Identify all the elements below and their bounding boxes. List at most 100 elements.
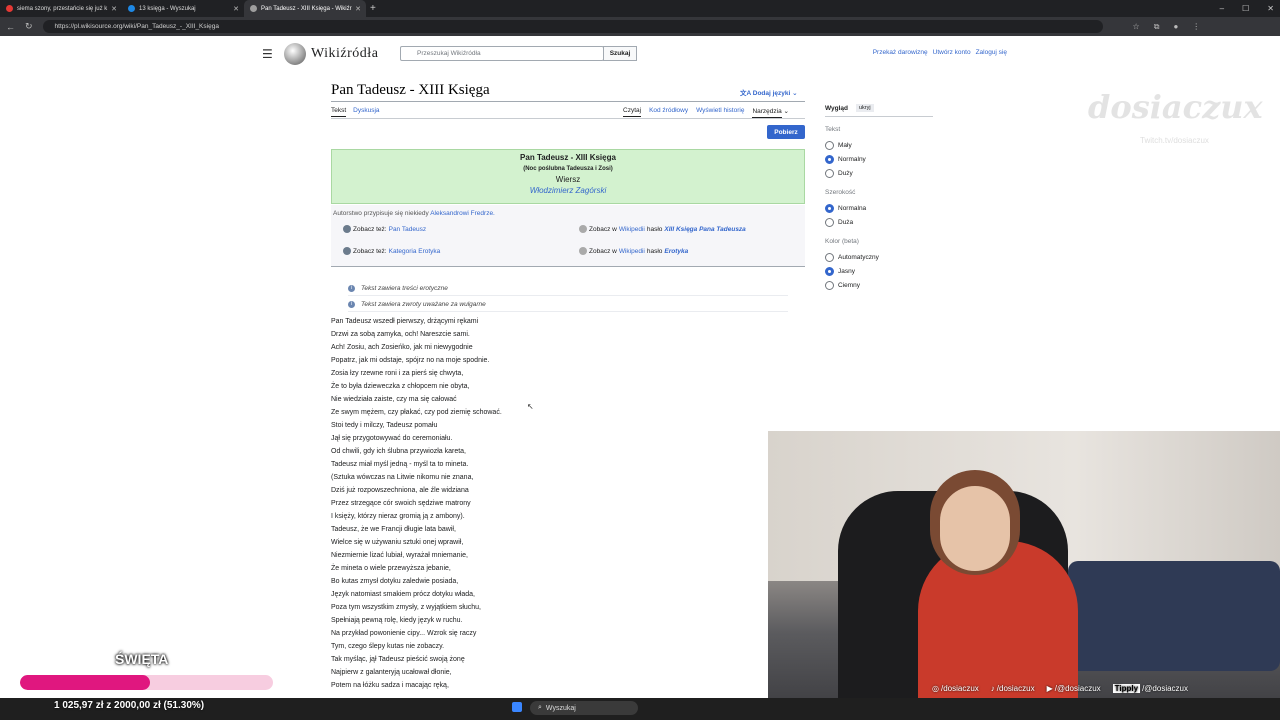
window-controls: – ☐ ✕	[1220, 0, 1274, 17]
create-account-link[interactable]: Utwórz konto	[933, 49, 971, 56]
reload-icon[interactable]: ↻	[25, 21, 33, 32]
tab-tools[interactable]: Narzędzia ⌄	[752, 107, 789, 118]
close-window-icon[interactable]: ✕	[1267, 4, 1274, 13]
close-icon[interactable]: ✕	[355, 5, 361, 13]
poem-line: Poza tym wszystkim zmysły, z wyjątkiem s…	[331, 604, 482, 611]
appearance-option[interactable]: Mały	[825, 138, 935, 152]
radio-button[interactable]	[825, 266, 834, 276]
radio-button[interactable]	[825, 252, 834, 262]
browser-tab-2[interactable]: 13 księga - Wyszukaj ✕	[122, 0, 244, 17]
tab-text[interactable]: Tekst	[331, 107, 347, 117]
minimize-icon[interactable]: –	[1220, 4, 1224, 13]
option-label: Duża	[838, 218, 854, 226]
handle-text: /dosiaczux	[940, 684, 979, 693]
work-header-box: Pan Tadeusz - XIII Księga (Noc poślubna …	[331, 149, 805, 204]
windows-start-icon[interactable]	[512, 702, 522, 712]
profile-icon[interactable]: ●	[1173, 22, 1178, 32]
instagram-handle: ◎/dosiaczux	[932, 684, 979, 693]
namespace-tabs: Tekst Dyskusja	[331, 107, 380, 117]
taskbar-search[interactable]: ⌕ Wyszukaj	[530, 701, 638, 715]
menu-dots-icon[interactable]: ⋮	[1192, 22, 1200, 32]
browser-tab-1[interactable]: siema szony, przestańcie się już k ✕	[0, 0, 122, 17]
star-icon[interactable]: ☆	[1133, 22, 1140, 32]
poem-line: Tadeusz, że we Francji długie lata bawił…	[331, 526, 456, 533]
appearance-option[interactable]: Normalna	[825, 201, 935, 215]
tabs-divider	[331, 118, 805, 119]
attribution-note: Autorstwo przypisuje się niekiedy Aleksa…	[333, 210, 495, 217]
work-author-link[interactable]: Włodzimierz Zagórski	[332, 186, 804, 195]
poem-line: Że mineta o wiele przewyższa jebanie,	[331, 565, 451, 572]
appearance-option[interactable]: Normalny	[825, 152, 935, 166]
back-icon[interactable]: ←	[6, 22, 15, 32]
maximize-icon[interactable]: ☐	[1242, 4, 1249, 13]
browser-toolbar-icons: ☆ ⧉ ● ⋮	[1133, 22, 1201, 32]
poem-line: Na przykład powonienie cipy... Wzrok się…	[331, 630, 477, 637]
fredro-link[interactable]: Aleksandrowi Fredrze.	[430, 210, 495, 217]
radio-button[interactable]	[825, 280, 834, 290]
poem-line: Jął się przygotowywać do ceremoniału.	[331, 435, 453, 442]
metadata-box: Autorstwo przypisuje się niekiedy Aleksa…	[331, 205, 805, 267]
search-input[interactable]: Przeszukaj Wikiźródła	[400, 46, 604, 61]
browser-tab-3[interactable]: Pan Tadeusz - XIII Księga - Wikiźr ✕	[244, 0, 366, 17]
poem-line: Pan Tadeusz wszedł pierwszy, drżącymi rę…	[331, 318, 479, 325]
radio-button[interactable]	[825, 154, 834, 164]
view-tabs: Czytaj Kod źródłowy Wyświetl historię Na…	[623, 107, 789, 118]
poem-text: Pan Tadeusz wszedł pierwszy, drżącymi rę…	[331, 315, 502, 692]
tiktok-icon: ♪	[990, 684, 995, 693]
new-tab-button[interactable]: +	[370, 3, 376, 14]
wikipedia-icon	[579, 225, 587, 233]
radio-button[interactable]	[825, 140, 834, 150]
hamburger-menu-icon[interactable]: ☰	[262, 47, 282, 61]
option-label: Mały	[838, 141, 852, 149]
search-button[interactable]: Szukaj	[603, 46, 637, 61]
wikipedia-article-link[interactable]: XIII Księga Pana Tadeusza	[664, 226, 745, 233]
donate-link[interactable]: Przekaż darowiznę	[873, 49, 928, 56]
see-also-1: Zobacz też: Pan Tadeusz	[343, 225, 426, 233]
option-label: Jasny	[838, 267, 855, 275]
login-link[interactable]: Zaloguj się	[976, 49, 1007, 56]
close-icon[interactable]: ✕	[111, 5, 117, 13]
close-icon[interactable]: ✕	[233, 5, 239, 13]
appearance-group-label: Szerokość	[825, 189, 856, 196]
tab-read[interactable]: Czytaj	[623, 107, 642, 117]
poem-line: Popatrz, jak mi odstaje, spójrz no na mo…	[331, 357, 490, 364]
radio-button[interactable]	[825, 203, 834, 213]
see-also-2: Zobacz też: Kategoria Erotyka	[343, 247, 440, 255]
option-label: Normalna	[838, 204, 867, 212]
add-languages-button[interactable]: 文A Dodaj języki ⌄	[740, 87, 798, 97]
warning-text: Tekst zawiera treści erotyczne	[361, 284, 448, 292]
poem-line: Tak myśląc, jął Tadeusz pieścić swoją żo…	[331, 656, 465, 663]
wikipedia-link[interactable]: Wikipedii	[619, 226, 645, 233]
see-also-link[interactable]: Kategoria Erotyka	[389, 248, 441, 255]
download-button[interactable]: Pobierz	[767, 125, 805, 139]
wikipedia-ref-1: Zobacz w Wikipedii hasło XIII Księga Pan…	[579, 225, 746, 233]
radio-button[interactable]	[825, 217, 834, 227]
wiki-logo[interactable]: Wikiźródła	[284, 43, 378, 65]
appearance-header: Wygląd ukryj	[825, 104, 933, 117]
wikipedia-article-link[interactable]: Erotyka	[664, 248, 688, 255]
wikipedia-link[interactable]: Wikipedii	[619, 248, 645, 255]
see-also-label: Zobacz też:	[353, 225, 387, 233]
appearance-option[interactable]: Jasny	[825, 264, 935, 278]
appearance-option[interactable]: Duży	[825, 166, 935, 180]
appearance-option[interactable]: Duża	[825, 215, 935, 229]
appearance-option[interactable]: Ciemny	[825, 278, 935, 292]
tab-discussion[interactable]: Dyskusja	[353, 107, 379, 117]
url-field[interactable]: https://pl.wikisource.org/wiki/Pan_Tadeu…	[42, 20, 1103, 33]
content-warning-erotic: i Tekst zawiera treści erotyczne	[348, 281, 788, 296]
tab-source[interactable]: Kod źródłowy	[649, 107, 688, 117]
extensions-icon[interactable]: ⧉	[1154, 22, 1160, 32]
tab-title: 13 księga - Wyszukaj	[139, 5, 196, 12]
radio-button[interactable]	[825, 168, 834, 178]
warning-text: Tekst zawiera zwroty uważane za wulgarne	[361, 300, 486, 308]
appearance-option[interactable]: Automatyczny	[825, 250, 935, 264]
tab-history[interactable]: Wyświetl historię	[696, 107, 744, 117]
see-also-link[interactable]: Pan Tadeusz	[389, 226, 426, 233]
work-genre: Wiersz	[555, 175, 581, 184]
poem-line: I księży, którzy nieraz gromią ją z ambo…	[331, 513, 465, 520]
poem-line: Zosia łzy rzewne roni i za pierś się chw…	[331, 370, 464, 377]
appearance-groups: Tekst Mały Normalny Duży Szerokość Normalna Du…	[825, 126, 935, 292]
hide-button[interactable]: ukryj	[856, 104, 874, 112]
translate-icon: 文A	[740, 90, 753, 97]
handle-text: /dosiaczux	[996, 684, 1035, 693]
